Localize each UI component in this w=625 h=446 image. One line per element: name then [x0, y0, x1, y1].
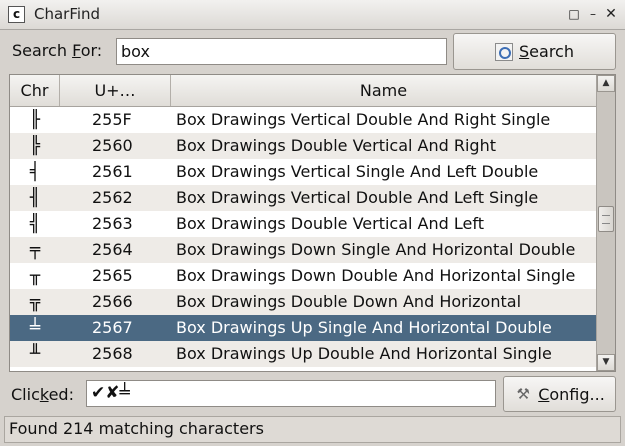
character-table[interactable]: Chr U+… Name ╟ 255F Box Drawings Vertical … — [9, 74, 616, 372]
minimize-icon[interactable]: – — [585, 6, 601, 22]
tools-icon: ⚒ — [516, 385, 530, 403]
table-row[interactable]: ╦ 2566 Box Drawings Double Down And Horizo… — [10, 289, 596, 315]
title-bar[interactable]: c CharFind □ – ✕ — [0, 0, 625, 30]
name-cell: Box Drawings Up Single And Horizontal Do… — [176, 318, 552, 337]
clicked-label: Clicked: — [11, 385, 74, 404]
codepoint-cell: 2564 — [92, 240, 133, 259]
scrollbar-thumb[interactable] — [598, 206, 614, 232]
codepoint-cell: 2563 — [92, 214, 133, 233]
name-cell: Box Drawings Down Single And Horizontal … — [176, 240, 576, 259]
config-button-label: Config... — [538, 384, 605, 404]
app-icon: c — [8, 6, 25, 23]
vertical-scrollbar[interactable]: ▲ ▼ — [596, 75, 615, 371]
name-cell: Box Drawings Vertical Double And Left Si… — [176, 188, 539, 207]
name-cell: Box Drawings Double Vertical And Left — [176, 214, 484, 233]
codepoint-cell: 2561 — [92, 162, 133, 181]
char-cell: ╧ — [29, 318, 41, 338]
column-header-name[interactable]: Name — [171, 75, 596, 106]
codepoint-cell: 2562 — [92, 188, 133, 207]
codepoint-cell: 2568 — [92, 344, 133, 363]
scroll-down-icon[interactable]: ▼ — [597, 354, 615, 371]
clicked-field[interactable]: ✔✘╧ — [86, 380, 496, 407]
table-row[interactable]: ╨ 2568 Box Drawings Up Double And Horizont… — [10, 341, 596, 367]
name-cell: Box Drawings Vertical Double And Right S… — [176, 110, 551, 129]
search-label: Search For: — [12, 41, 103, 60]
codepoint-cell: 255F — [92, 110, 132, 129]
codepoint-cell: 2560 — [92, 136, 133, 155]
char-cell: ╢ — [29, 188, 41, 208]
restore-icon[interactable]: □ — [566, 6, 582, 22]
search-icon — [495, 42, 514, 61]
column-header-chr[interactable]: Chr — [10, 75, 60, 106]
close-icon[interactable]: ✕ — [603, 6, 619, 22]
codepoint-cell: 2567 — [92, 318, 133, 337]
table-row[interactable]: ╢ 2562 Box Drawings Vertical Double And Le… — [10, 185, 596, 211]
char-cell: ╦ — [29, 292, 41, 312]
codepoint-cell: 2565 — [92, 266, 133, 285]
char-cell: ╠ — [29, 136, 41, 156]
table-rows: ╟ 255F Box Drawings Vertical Double And Ri… — [10, 107, 596, 371]
search-input[interactable]: box — [116, 38, 447, 65]
name-cell: Box Drawings Double Vertical And Right — [176, 136, 496, 155]
scroll-up-icon[interactable]: ▲ — [597, 75, 615, 92]
char-cell: ╟ — [29, 110, 41, 130]
char-cell: ╣ — [29, 214, 41, 234]
table-header: Chr U+… Name — [10, 75, 596, 107]
char-cell: ╤ — [29, 240, 41, 260]
name-cell: Box Drawings Double Down And Horizontal — [176, 292, 522, 311]
status-bar: Found 214 matching characters — [4, 416, 621, 443]
search-button[interactable]: Search — [453, 33, 616, 70]
table-row[interactable]: ╟ 255F Box Drawings Vertical Double And Ri… — [10, 107, 596, 133]
codepoint-cell: 2566 — [92, 292, 133, 311]
table-row[interactable]: ╡ 2561 Box Drawings Vertical Single And Le… — [10, 159, 596, 185]
column-header-codepoint[interactable]: U+… — [60, 75, 171, 106]
name-cell: Box Drawings Down Double And Horizontal … — [176, 266, 576, 285]
char-cell: ╨ — [29, 344, 41, 364]
name-cell: Box Drawings Vertical Single And Left Do… — [176, 162, 539, 181]
table-row[interactable]: ╠ 2560 Box Drawings Double Vertical And Ri… — [10, 133, 596, 159]
search-button-label: Search — [519, 42, 574, 61]
char-cell: ╡ — [29, 162, 41, 182]
char-cell: ╥ — [29, 266, 41, 286]
window-title: CharFind — [34, 5, 101, 23]
table-row[interactable]: ╤ 2564 Box Drawings Down Single And Horizo… — [10, 237, 596, 263]
table-row[interactable]: ╧ 2567 Box Drawings Up Single And Horizont… — [10, 315, 596, 341]
name-cell: Box Drawings Up Double And Horizontal Si… — [176, 344, 552, 363]
table-row[interactable]: ╣ 2563 Box Drawings Double Vertical And Le… — [10, 211, 596, 237]
config-button[interactable]: ⚒ Config... — [503, 376, 616, 412]
table-row[interactable]: ╥ 2565 Box Drawings Down Double And Horizo… — [10, 263, 596, 289]
